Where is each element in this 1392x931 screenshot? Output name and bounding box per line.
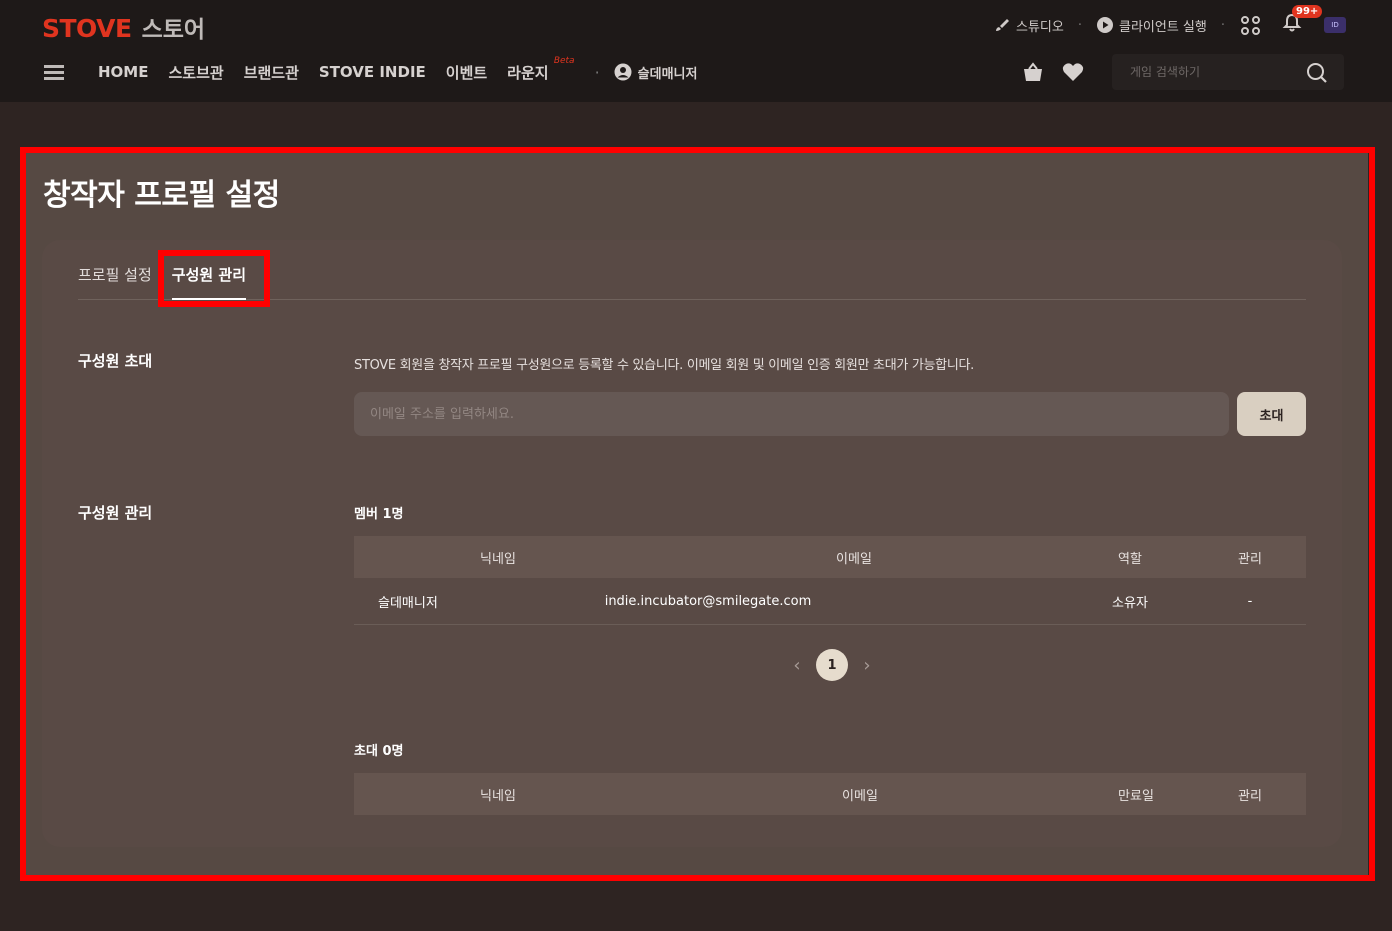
prev-page-button[interactable]: ‹ [790, 655, 804, 676]
members-table-header: 닉네임 이메일 역할 관리 [354, 536, 1306, 578]
nav-user-name: 슬데매니저 [637, 66, 698, 82]
invites-table: 닉네임 이메일 만료일 관리 [354, 773, 1306, 815]
user-circle-icon [614, 63, 632, 81]
col-manage: 관리 [1238, 788, 1262, 804]
studio-link[interactable]: 스튜디오 [993, 16, 1064, 35]
nav-home[interactable]: HOME [98, 63, 148, 81]
col-email: 이메일 [842, 788, 878, 804]
beta-tag: Beta [553, 55, 575, 66]
logo-stove-text: STOVE [42, 14, 132, 43]
invite-email-input[interactable] [354, 392, 1229, 436]
member-nickname: 슬데매니저 [378, 595, 438, 611]
invites-table-header: 닉네임 이메일 만료일 관리 [354, 773, 1306, 815]
col-nickname: 닉네임 [480, 551, 516, 567]
profile-avatar[interactable]: ID [1324, 17, 1346, 33]
members-count: 멤버 1명 [354, 507, 404, 522]
wishlist-button[interactable] [1062, 61, 1084, 83]
search-icon[interactable] [1306, 62, 1328, 84]
cart-button[interactable] [1022, 61, 1044, 83]
next-page-button[interactable]: › [860, 655, 874, 676]
nav-lounge-label: 라운지 [507, 63, 549, 82]
tab-member-management[interactable]: 구성원 관리 [171, 262, 247, 300]
page-title: 창작자 프로필 설정 [43, 178, 280, 213]
basket-icon [1024, 62, 1042, 81]
col-email: 이메일 [836, 551, 872, 567]
tab-profile-settings[interactable]: 프로필 설정 [78, 262, 152, 300]
page-number-button[interactable]: 1 [816, 649, 848, 681]
nav-brand-hall[interactable]: 브랜드관 [244, 62, 299, 83]
play-circle-icon [1096, 16, 1114, 34]
util-separator: · [1220, 17, 1225, 33]
members-table: 닉네임 이메일 역할 관리 슬데매니저 indie.incubator@smil… [354, 536, 1306, 625]
invite-section-label: 구성원 초대 [78, 352, 153, 370]
nav-separator: · [594, 62, 600, 82]
studio-label: 스튜디오 [1016, 19, 1064, 35]
client-launch-link[interactable]: 클라이언트 실행 [1096, 16, 1207, 35]
member-email: indie.incubator@smilegate.com [604, 593, 812, 609]
game-search-input[interactable] [1112, 54, 1292, 90]
manage-section-label: 구성원 관리 [78, 504, 153, 522]
notification-button[interactable]: 99+ [1282, 5, 1323, 37]
notification-badge: 99+ [1292, 5, 1323, 18]
col-nickname: 닉네임 [480, 788, 516, 804]
main-nav: HOME 스토브관 브랜드관 STOVE INDIE 이벤트 라운지 Beta … [44, 56, 698, 86]
table-row: 슬데매니저 indie.incubator@smilegate.com 소유자 … [354, 578, 1306, 625]
apps-grid-icon[interactable] [1241, 15, 1260, 35]
col-manage: 관리 [1238, 551, 1262, 567]
utility-bar: 스튜디오 · 클라이언트 실행 · 99+ ID [993, 5, 1346, 38]
brush-icon [993, 16, 1011, 34]
game-search-box [1112, 54, 1344, 90]
nav-event[interactable]: 이벤트 [446, 62, 487, 83]
members-pagination: ‹ 1 › [790, 649, 874, 681]
menu-list-icon[interactable] [44, 62, 64, 83]
col-expiry: 만료일 [1118, 788, 1154, 804]
nav-stove-indie[interactable]: STOVE INDIE [319, 63, 426, 81]
heart-icon [1062, 63, 1084, 81]
logo-store-text: 스토어 [141, 17, 206, 43]
invite-description: STOVE 회원을 창작자 프로필 구성원으로 등록할 수 있습니다. 이메일 … [354, 358, 974, 373]
member-manage: - [1247, 593, 1253, 609]
nav-stove-hall[interactable]: 스토브관 [168, 62, 223, 83]
stove-store-logo[interactable]: STOVE 스토어 [42, 10, 205, 44]
nav-lounge[interactable]: 라운지 Beta [507, 56, 574, 83]
top-header: STOVE 스토어 스튜디오 · 클라이언트 실행 · 99+ ID HOME … [0, 0, 1392, 102]
settings-tabs: 프로필 설정 구성원 관리 [78, 262, 1306, 300]
invite-button[interactable]: 초대 [1237, 392, 1306, 436]
util-separator: · [1077, 17, 1082, 33]
avatar-text: ID [1331, 21, 1339, 29]
nav-right-tools [1022, 54, 1344, 90]
nav-user[interactable]: 슬데매니저 [614, 63, 698, 82]
col-role: 역할 [1118, 551, 1142, 567]
member-role: 소유자 [1112, 595, 1148, 611]
client-label: 클라이언트 실행 [1119, 19, 1207, 35]
invites-count: 초대 0명 [354, 744, 404, 759]
